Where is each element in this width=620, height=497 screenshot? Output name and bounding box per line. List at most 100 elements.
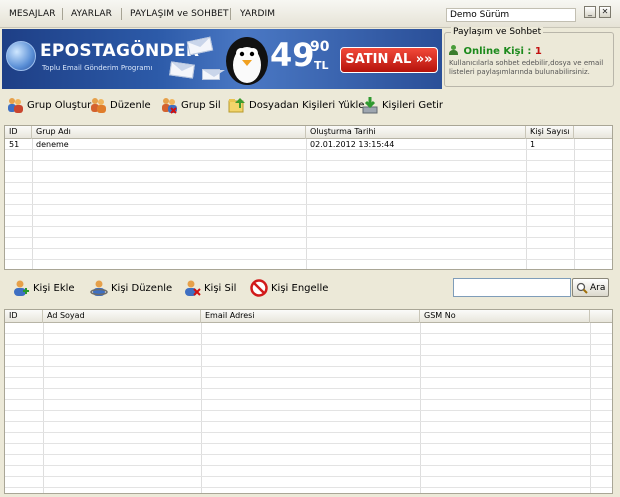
table-row bbox=[5, 456, 612, 466]
menu-paylasim[interactable]: PAYLAŞIM ve SOHBET bbox=[130, 9, 229, 19]
envelope-icon bbox=[202, 69, 225, 80]
penguin-mascot-icon bbox=[226, 37, 268, 85]
online-count: 1 bbox=[534, 46, 542, 57]
online-label: Online Kişi : bbox=[463, 46, 532, 57]
edit-group-label: Düzenle bbox=[110, 99, 151, 111]
remove-users-icon bbox=[162, 98, 177, 114]
import-contacts-label: Dosyadan Kişileri Yükle bbox=[249, 99, 365, 111]
price-main: 49 bbox=[270, 36, 315, 74]
edit-users-icon bbox=[91, 98, 106, 113]
search-button-label: Ara bbox=[590, 282, 606, 293]
import-contacts-button[interactable]: Dosyadan Kişileri Yükle bbox=[228, 95, 364, 115]
contact-table[interactable]: ID Ad Soyad Email Adresi GSM No bbox=[4, 309, 613, 494]
table-row bbox=[5, 206, 612, 216]
search-button[interactable]: Ara bbox=[572, 278, 609, 297]
delete-group-label: Grup Sil bbox=[181, 99, 221, 111]
edit-group-button[interactable]: Düzenle bbox=[89, 95, 151, 115]
edit-contact-label: Kişi Düzenle bbox=[111, 282, 173, 294]
menu-separator bbox=[230, 8, 231, 20]
table-row bbox=[5, 324, 612, 334]
table-row bbox=[5, 390, 612, 400]
group-table-header: ID Grup Adı Oluşturma Tarihi Kişi Sayısı bbox=[5, 126, 612, 139]
user-icon bbox=[449, 45, 458, 55]
app-logo-subtitle: Toplu Email Gönderim Programı bbox=[42, 64, 153, 72]
col-email[interactable]: Email Adresi bbox=[201, 310, 420, 323]
cell-group-name: deneme bbox=[36, 140, 69, 149]
delete-group-button[interactable]: Grup Sil bbox=[160, 95, 221, 115]
col-id[interactable]: ID bbox=[5, 126, 32, 139]
search-icon bbox=[576, 282, 588, 294]
minimize-button[interactable]: _ bbox=[584, 6, 596, 18]
table-row bbox=[5, 151, 612, 161]
table-row bbox=[5, 335, 612, 345]
share-description: Kullanıcılarla sohbet edebilir,dosya ve … bbox=[449, 59, 604, 76]
download-icon bbox=[362, 97, 378, 114]
add-contact-label: Kişi Ekle bbox=[33, 282, 75, 294]
block-icon bbox=[250, 279, 268, 297]
table-row bbox=[5, 467, 612, 477]
add-user-icon bbox=[14, 280, 29, 296]
menu-mesajlar[interactable]: MESAJLAR bbox=[9, 9, 56, 19]
table-row bbox=[5, 261, 612, 269]
table-row bbox=[5, 445, 612, 455]
price-tag: 49 90 TL bbox=[270, 36, 329, 74]
group-table[interactable]: ID Grup Adı Oluşturma Tarihi Kişi Sayısı… bbox=[4, 125, 613, 270]
share-panel-title: Paylaşım ve Sohbet bbox=[451, 27, 544, 37]
col-gsm[interactable]: GSM No bbox=[420, 310, 590, 323]
cell-created-date: 02.01.2012 13:15:44 bbox=[310, 140, 395, 149]
table-row bbox=[5, 195, 612, 205]
create-group-button[interactable]: Grup Oluştur bbox=[6, 95, 91, 115]
contact-table-header: ID Ad Soyad Email Adresi GSM No bbox=[5, 310, 612, 323]
online-users[interactable]: Online Kişi : 1 bbox=[449, 45, 542, 57]
minimize-icon: _ bbox=[588, 7, 592, 16]
table-row bbox=[5, 357, 612, 367]
menu-separator bbox=[121, 8, 122, 20]
search-input[interactable] bbox=[453, 278, 571, 297]
table-row bbox=[5, 173, 612, 183]
block-contact-label: Kişi Engelle bbox=[271, 282, 329, 294]
edit-user-icon bbox=[90, 280, 108, 296]
delete-contact-button[interactable]: Kişi Sil bbox=[183, 278, 236, 298]
col-id[interactable]: ID bbox=[5, 310, 43, 323]
col-full-name[interactable]: Ad Soyad bbox=[43, 310, 201, 323]
table-row bbox=[5, 250, 612, 260]
price-cents: 90 bbox=[310, 39, 330, 55]
table-row bbox=[5, 379, 612, 389]
menu-yardim[interactable]: YARDIM bbox=[240, 9, 275, 19]
col-group-name[interactable]: Grup Adı bbox=[32, 126, 306, 139]
add-contact-button[interactable]: Kişi Ekle bbox=[12, 278, 75, 298]
share-panel: Paylaşım ve Sohbet Online Kişi : 1 Kulla… bbox=[444, 27, 614, 87]
remove-user-icon bbox=[185, 280, 201, 296]
table-row bbox=[5, 162, 612, 172]
col-contact-count[interactable]: Kişi Sayısı bbox=[526, 126, 574, 139]
cell-contact-count: 1 bbox=[530, 140, 536, 149]
col-created-date[interactable]: Oluşturma Tarihi bbox=[306, 126, 526, 139]
table-row bbox=[5, 478, 612, 488]
table-row[interactable]: 51 deneme 02.01.2012 13:15:44 1 bbox=[5, 140, 612, 150]
close-icon: ✕ bbox=[601, 7, 609, 16]
users-group-icon bbox=[8, 98, 23, 113]
table-row bbox=[5, 423, 612, 433]
globe-icon bbox=[6, 41, 36, 71]
menu-ayarlar[interactable]: AYARLAR bbox=[71, 9, 112, 19]
table-row bbox=[5, 217, 612, 227]
delete-contact-label: Kişi Sil bbox=[204, 282, 237, 294]
close-button[interactable]: ✕ bbox=[599, 6, 611, 18]
menu-separator bbox=[62, 8, 63, 20]
folder-import-icon bbox=[228, 98, 245, 113]
table-row bbox=[5, 368, 612, 378]
price-currency: TL bbox=[314, 59, 329, 72]
table-row bbox=[5, 434, 612, 444]
promo-banner: EPOSTAGÖNDER Toplu Email Gönderim Progra… bbox=[2, 29, 442, 89]
block-contact-button[interactable]: Kişi Engelle bbox=[250, 278, 328, 298]
version-status: Demo Sürüm bbox=[446, 8, 576, 22]
table-row bbox=[5, 346, 612, 356]
buy-button[interactable]: SATIN AL »» bbox=[340, 47, 438, 73]
table-row bbox=[5, 228, 612, 238]
group-toolbar: Grup Oluştur Düzenle Grup Sil Dosyadan K… bbox=[0, 91, 620, 119]
fetch-contacts-button[interactable]: Kişileri Getir bbox=[361, 95, 443, 115]
edit-contact-button[interactable]: Kişi Düzenle bbox=[90, 278, 172, 298]
app-logo: EPOSTAGÖNDER bbox=[40, 41, 200, 61]
cell-id: 51 bbox=[9, 140, 20, 149]
envelope-icon bbox=[186, 36, 214, 56]
